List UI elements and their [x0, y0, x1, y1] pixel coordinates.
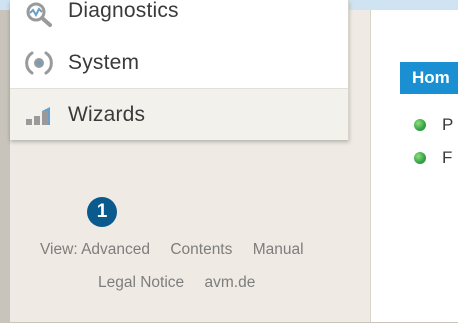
view-mode-link[interactable]: View: Advanced [40, 241, 150, 258]
home-tab[interactable]: Hom [400, 62, 458, 94]
menu-label-diagnostics: Diagnostics [68, 0, 179, 22]
status-row: F [414, 148, 452, 168]
notification-badge[interactable]: 1 [87, 197, 117, 227]
menu-item-diagnostics[interactable]: Diagnostics [10, 0, 348, 36]
status-led-icon [414, 119, 426, 131]
manual-link[interactable]: Manual [253, 241, 304, 258]
diagnostics-icon [26, 2, 52, 27]
menu-panel: Diagnostics System Wizards [10, 0, 349, 140]
contents-link[interactable]: Contents [170, 241, 232, 258]
menu-label-system: System [68, 51, 140, 74]
menu-item-system[interactable]: System [10, 38, 348, 88]
status-led-icon [414, 152, 426, 164]
menu-item-wizards[interactable]: Wizards [10, 88, 348, 140]
system-icon [25, 51, 53, 75]
status-row: P [414, 115, 453, 135]
status-text: F [442, 148, 453, 167]
legal-notice-link[interactable]: Legal Notice [98, 274, 184, 291]
menu-label-wizards: Wizards [68, 103, 146, 126]
footer-links-row-2: Legal Notice avm.de [98, 274, 255, 292]
wizards-icon [26, 107, 50, 125]
footer-links-row-1: View: Advanced Contents Manual [40, 241, 304, 259]
avm-site-link[interactable]: avm.de [204, 274, 255, 291]
status-text: P [442, 115, 454, 134]
